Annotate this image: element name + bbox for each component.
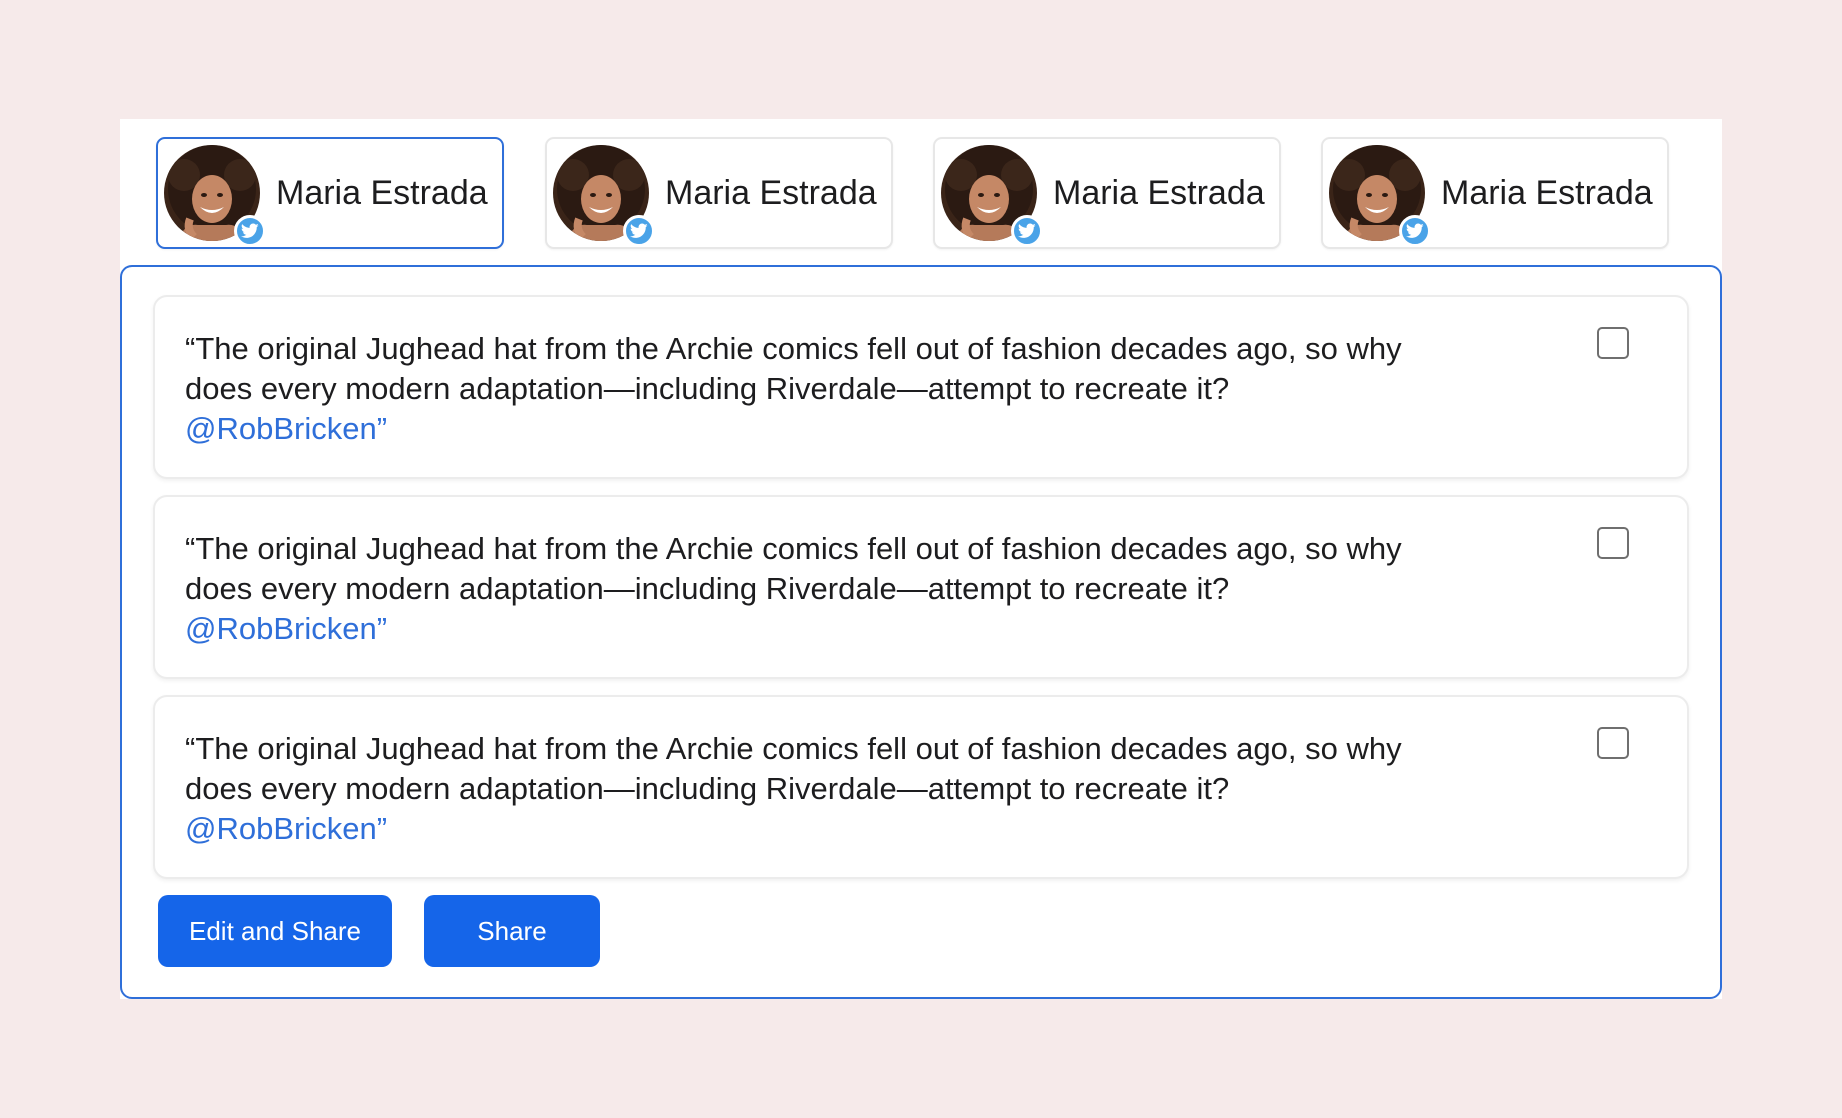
avatar-container (1329, 145, 1431, 247)
account-tab-2[interactable]: Maria Estrada (545, 137, 893, 249)
mention-link[interactable]: @RobBricken (185, 611, 377, 646)
post-card: “The original Jughead hat from the Archi… (153, 695, 1689, 879)
closing-quote: ” (376, 411, 388, 446)
post-body: “The original Jughead hat from the Archi… (185, 331, 1402, 406)
mention-link[interactable]: @RobBricken (185, 811, 377, 846)
avatar-container (941, 145, 1043, 247)
closing-quote: ” (376, 611, 388, 646)
post-body: “The original Jughead hat from the Archi… (185, 731, 1402, 806)
twitter-icon (1399, 215, 1431, 247)
account-tabs: Maria Estrada Maria Estrada Maria Estrad… (120, 119, 1722, 265)
account-tab-3[interactable]: Maria Estrada (933, 137, 1281, 249)
twitter-icon (623, 215, 655, 247)
post-text: “The original Jughead hat from the Archi… (185, 529, 1475, 649)
mention-link[interactable]: @RobBricken (185, 411, 377, 446)
account-tab-1[interactable]: Maria Estrada (156, 137, 504, 249)
share-button[interactable]: Share (424, 895, 600, 967)
post-body: “The original Jughead hat from the Archi… (185, 531, 1402, 606)
avatar-container (164, 145, 266, 247)
closing-quote: ” (376, 811, 388, 846)
account-name: Maria Estrada (665, 173, 877, 212)
post-checkbox[interactable] (1597, 527, 1629, 559)
posts-panel: “The original Jughead hat from the Archi… (120, 265, 1722, 999)
account-name: Maria Estrada (1441, 173, 1653, 212)
post-card: “The original Jughead hat from the Archi… (153, 295, 1689, 479)
edit-and-share-button[interactable]: Edit and Share (158, 895, 392, 967)
account-name: Maria Estrada (1053, 173, 1265, 212)
avatar-container (553, 145, 655, 247)
post-checkbox[interactable] (1597, 727, 1629, 759)
post-card: “The original Jughead hat from the Archi… (153, 495, 1689, 679)
twitter-icon (234, 215, 266, 247)
account-tab-4[interactable]: Maria Estrada (1321, 137, 1669, 249)
share-widget: Maria Estrada Maria Estrada Maria Estrad… (120, 119, 1722, 999)
post-text: “The original Jughead hat from the Archi… (185, 329, 1475, 449)
twitter-icon (1011, 215, 1043, 247)
account-name: Maria Estrada (276, 173, 488, 212)
post-checkbox[interactable] (1597, 327, 1629, 359)
post-text: “The original Jughead hat from the Archi… (185, 729, 1475, 849)
